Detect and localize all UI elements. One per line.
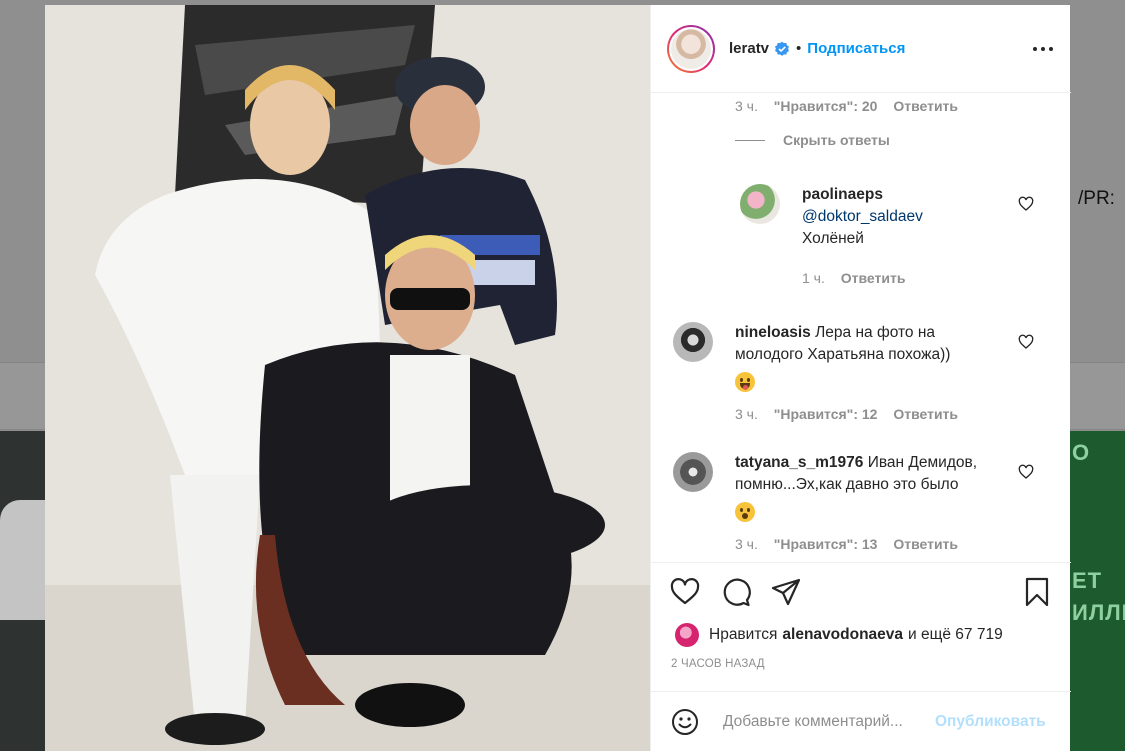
comment-likes-count[interactable]: "Нравится": 13: [774, 536, 878, 552]
likes-others-count[interactable]: и ещё 67 719: [908, 626, 1003, 644]
add-comment-bar: Опубликовать: [651, 691, 1071, 751]
comment-text: paolinaeps @doktor_saldaev Холёней: [802, 184, 1058, 250]
commenter-username[interactable]: nineloasis: [735, 324, 811, 341]
background-text: /PR:: [1078, 188, 1115, 209]
comment-time: 3 ч.: [735, 406, 758, 422]
follow-button[interactable]: Подписаться: [807, 40, 905, 57]
reply-button[interactable]: Ответить: [893, 406, 958, 422]
post-header: leratv • Подписаться: [651, 5, 1071, 93]
commenter-username[interactable]: tatyana_s_m1976: [735, 454, 863, 471]
post-photo-image: [45, 5, 650, 751]
surprised-emoji-icon: [735, 502, 755, 522]
background-banner-text: О: [1072, 440, 1091, 465]
tongue-out-emoji-icon: [735, 372, 755, 392]
save-bookmark-icon[interactable]: [1021, 576, 1053, 608]
comment-meta: 3 ч. "Нравится": 13 Ответить: [735, 536, 970, 552]
post-photo[interactable]: [45, 5, 650, 751]
reply-button[interactable]: Ответить: [893, 98, 958, 114]
comment-likes-count[interactable]: "Нравится": 20: [774, 98, 878, 114]
share-send-icon[interactable]: [770, 576, 802, 608]
liker-avatar[interactable]: [675, 623, 699, 647]
comment-meta: 1 ч. Ответить: [802, 270, 917, 286]
verified-badge-icon: [775, 41, 790, 56]
author-username[interactable]: leratv: [729, 40, 769, 57]
comment-likes-count[interactable]: "Нравится": 12: [774, 406, 878, 422]
publish-button[interactable]: Опубликовать: [935, 713, 1046, 731]
separator-dot: •: [796, 40, 802, 57]
like-comment-heart-icon[interactable]: [1018, 196, 1034, 212]
comment-time: 1 ч.: [802, 270, 825, 286]
comment-body: Холёней: [802, 230, 864, 247]
reply-button[interactable]: Ответить: [893, 536, 958, 552]
like-comment-heart-icon[interactable]: [1018, 334, 1034, 350]
comment-bubble-icon[interactable]: [720, 576, 752, 608]
post-sidebar: leratv • Подписаться 3 ч. "Нравится": 20…: [650, 5, 1071, 751]
commenter-avatar[interactable]: [740, 184, 780, 224]
likes-prefix: Нравится: [709, 626, 778, 643]
comment-time: 3 ч.: [735, 536, 758, 552]
likes-summary: Нравится alenavodonaeva и ещё 67 719: [675, 623, 1003, 647]
emoji-smiley-icon[interactable]: [671, 708, 699, 736]
author-avatar[interactable]: [667, 24, 715, 73]
hide-replies-button[interactable]: Скрыть ответы: [735, 132, 890, 148]
comment-time: 3 ч.: [735, 98, 758, 114]
comment-text: tatyana_s_m1976 Иван Демидов, помню...Эх…: [735, 452, 991, 522]
comment-input[interactable]: [723, 712, 935, 731]
background-banner-text: ЕТ: [1072, 568, 1103, 593]
background-figure: [0, 500, 48, 620]
commenter-avatar[interactable]: [673, 452, 713, 492]
background-banner-text: ИЛЛИ: [1072, 600, 1125, 625]
like-comment-heart-icon[interactable]: [1018, 464, 1034, 480]
reply-button[interactable]: Ответить: [841, 270, 906, 286]
comments-list[interactable]: 3 ч. "Нравится": 20 Ответить Скрыть отве…: [651, 94, 1071, 562]
post-timestamp[interactable]: 2 ЧАСОВ НАЗАД: [671, 658, 765, 670]
liker-username[interactable]: alenavodonaeva: [782, 626, 903, 644]
hide-replies-label: Скрыть ответы: [783, 132, 890, 148]
divider-line: [735, 139, 765, 141]
comment-meta: 3 ч. "Нравится": 12 Ответить: [735, 406, 970, 422]
like-heart-icon[interactable]: [669, 576, 701, 608]
more-options-icon[interactable]: [1033, 39, 1053, 59]
commenter-avatar[interactable]: [673, 322, 713, 362]
comment-meta: 3 ч. "Нравится": 20 Ответить: [735, 98, 970, 114]
comment-text: nineloasis Лера на фото на молодого Хара…: [735, 322, 991, 392]
